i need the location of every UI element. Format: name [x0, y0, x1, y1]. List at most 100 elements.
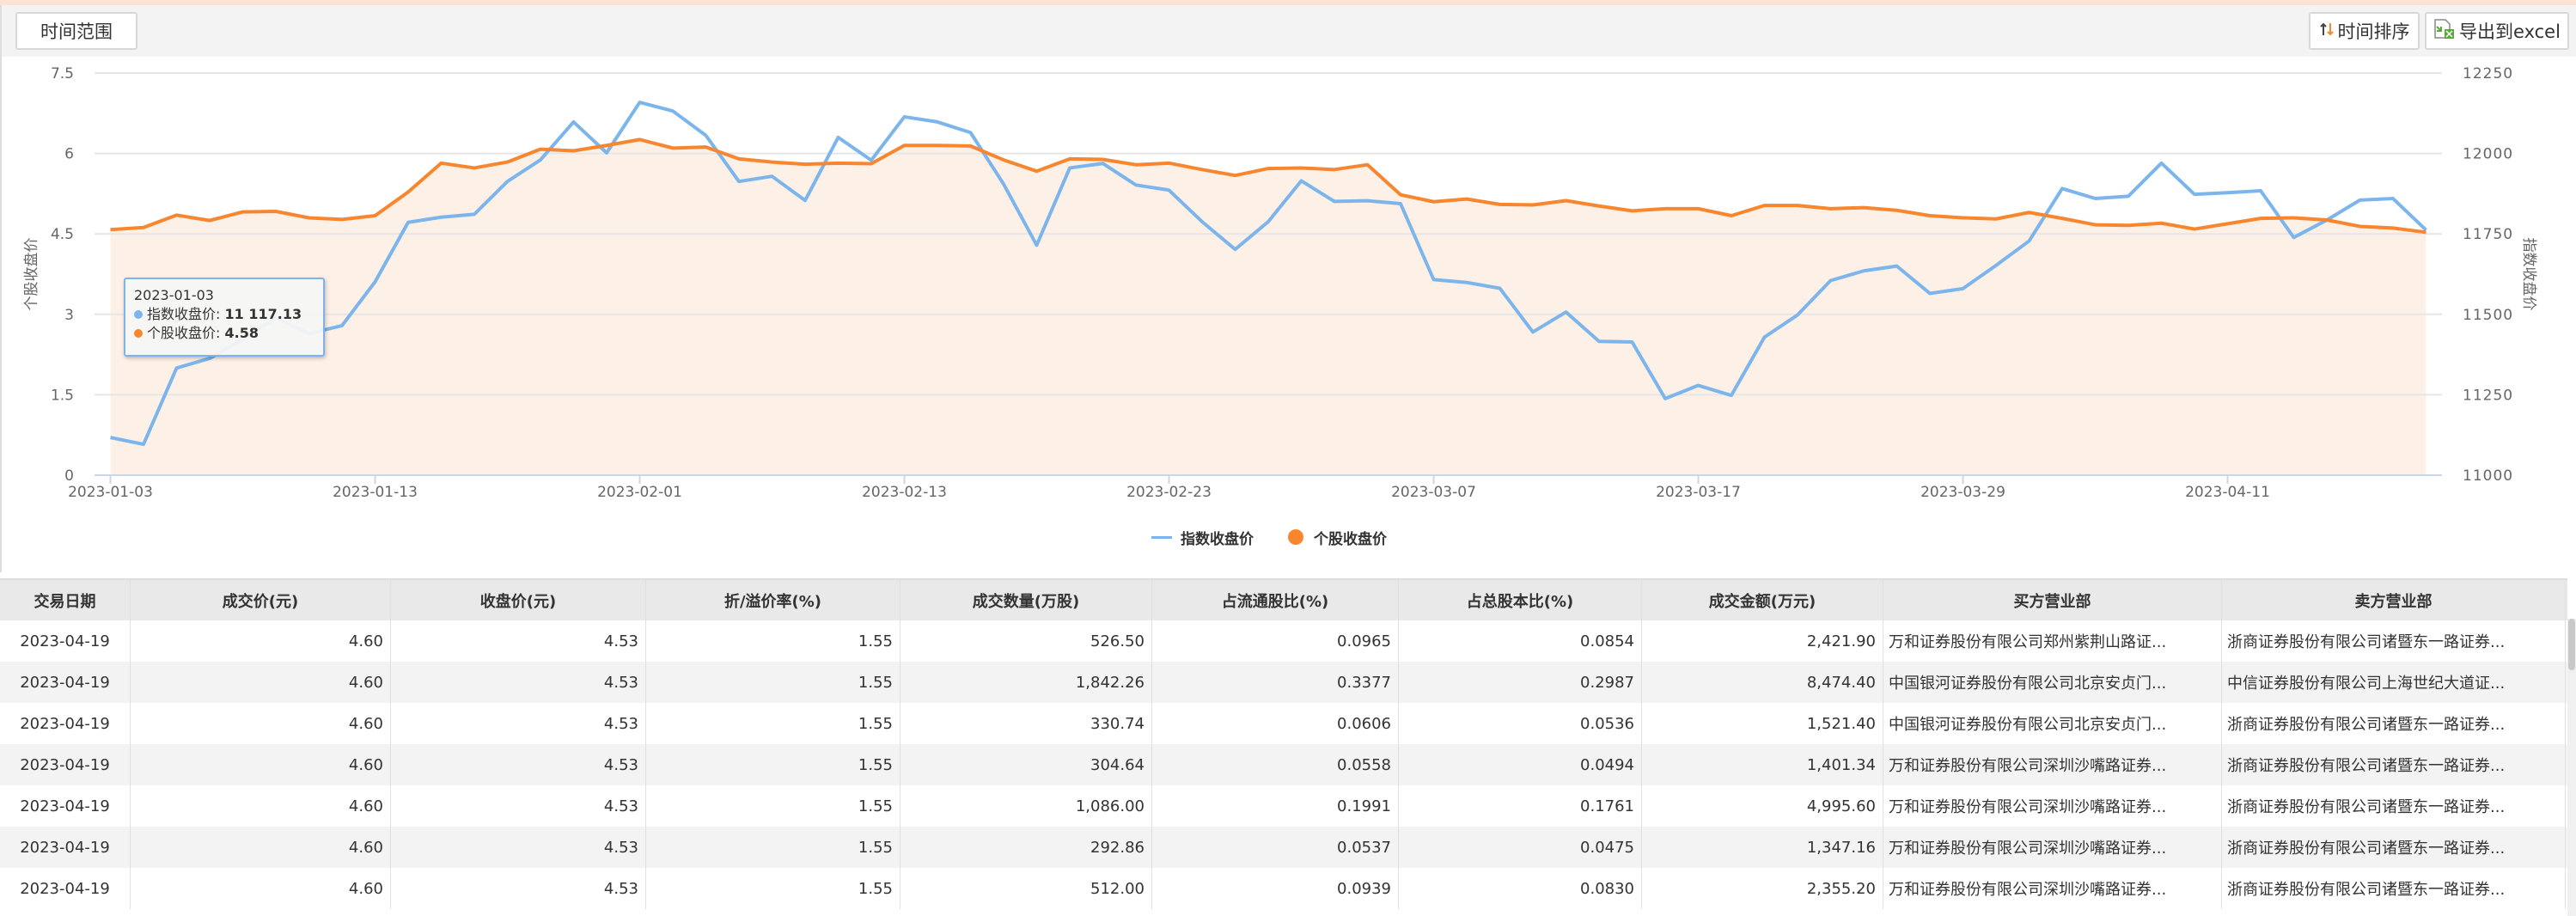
table-cell: 0.0965: [1152, 620, 1399, 662]
table-cell: 4.60: [131, 662, 391, 703]
table-cell: 8,474.40: [1642, 662, 1883, 703]
table-cell: 526.50: [900, 620, 1152, 662]
legend-item-index[interactable]: 指数收盘价: [1151, 527, 1254, 548]
chart-tooltip: 2023-01-03 指数收盘价: 11 117.13 个股收盘价: 4.58: [124, 278, 325, 357]
table-cell: 4.60: [131, 744, 391, 785]
left-axis-tick-label: 6: [64, 146, 74, 163]
tooltip-date: 2023-01-03: [134, 287, 214, 303]
table-cell: 4.60: [131, 703, 391, 744]
table-header: 交易日期 成交价(元) 收盘价(元) 折/溢价率(%) 成交数量(万股) 占流通股比(%)…: [0, 578, 2567, 620]
table-cell: 1.55: [646, 868, 900, 909]
table-cell: 1,401.34: [1642, 744, 1883, 785]
scrollbar-thumb[interactable]: [2568, 619, 2575, 670]
stock-area-fill: [110, 139, 2426, 475]
table-cell: 4.53: [391, 744, 646, 785]
column-header[interactable]: 卖方营业部: [2222, 580, 2566, 620]
table-scrollbar[interactable]: [2567, 619, 2576, 916]
right-axis-tick-label: 11750: [2463, 226, 2513, 243]
table-cell: 0.0606: [1152, 703, 1399, 744]
table-cell: 0.3377: [1152, 662, 1399, 703]
table-cell: 4.53: [391, 703, 646, 744]
table-cell: 2,421.90: [1642, 620, 1883, 662]
table-cell: 4,995.60: [1642, 785, 1883, 827]
column-header[interactable]: 成交价(元): [131, 580, 391, 620]
x-axis-tick-label: 2023-03-17: [1656, 484, 1741, 501]
x-axis-tick-label: 2023-04-11: [2185, 484, 2270, 501]
table-row[interactable]: 2023-04-19 4.60 4.53 1.55 1,086.00 0.1991 0.17…: [0, 785, 2567, 827]
left-axis-tick-label: 1.5: [51, 387, 74, 404]
tooltip-stock-label: 个股收盘价:: [147, 325, 221, 341]
table-cell: 1,521.40: [1642, 703, 1883, 744]
right-axis-tick-label: 11500: [2463, 307, 2513, 324]
table-cell: 浙商证券股份有限公司诸暨东一路证券...: [2222, 703, 2566, 744]
column-header[interactable]: 买方营业部: [1883, 580, 2222, 620]
tooltip-stock-value: 4.58: [224, 325, 259, 341]
table-cell: 304.64: [900, 744, 1152, 785]
tooltip-index-value: 11 117.13: [224, 306, 302, 322]
table-cell: 0.0475: [1399, 827, 1642, 868]
time-range-label: 时间范围: [40, 21, 113, 42]
table-cell: 4.53: [391, 868, 646, 909]
stock-dot-icon: [134, 329, 143, 338]
column-header[interactable]: 交易日期: [0, 580, 131, 620]
table-cell: 0.0854: [1399, 620, 1642, 662]
table-row[interactable]: 2023-04-19 4.60 4.53 1.55 292.86 0.0537 0.0475…: [0, 827, 2567, 868]
table-cell: 1,347.16: [1642, 827, 1883, 868]
table-row[interactable]: 2023-04-19 4.60 4.53 1.55 330.74 0.0606 0.0536…: [0, 703, 2567, 744]
toolbar: 时间范围 时间排序 导出到excel: [0, 5, 2576, 57]
x-axis-tick-label: 2023-02-23: [1126, 484, 1212, 501]
table-cell: 2023-04-19: [0, 785, 131, 827]
table-row[interactable]: 2023-04-19 4.60 4.53 1.55 526.50 0.0965 0.0854…: [0, 620, 2567, 662]
table-cell: 浙商证券股份有限公司诸暨东一路证券...: [2222, 785, 2566, 827]
table-cell: 1,842.26: [900, 662, 1152, 703]
table-cell: 0.0830: [1399, 868, 1642, 909]
table-cell: 万和证券股份有限公司深圳沙嘴路证券...: [1883, 868, 2222, 909]
x-axis-tick-label: 2023-01-13: [333, 484, 418, 501]
legend-index-label: 指数收盘价: [1181, 530, 1254, 548]
table-cell: 4.53: [391, 785, 646, 827]
table-cell: 浙商证券股份有限公司诸暨东一路证券...: [2222, 744, 2566, 785]
column-header[interactable]: 成交数量(万股): [900, 580, 1152, 620]
legend-item-stock[interactable]: 个股收盘价: [1288, 527, 1387, 548]
time-sort-button[interactable]: 时间排序: [2309, 12, 2420, 50]
legend-stock-label: 个股收盘价: [1314, 530, 1387, 548]
left-axis-tick-label: 7.5: [51, 65, 74, 82]
column-header[interactable]: 折/溢价率(%): [646, 580, 900, 620]
table-cell: 4.53: [391, 827, 646, 868]
table-row[interactable]: 2023-04-19 4.60 4.53 1.55 512.00 0.0939 0.0830…: [0, 868, 2567, 909]
table-cell: 中国银河证券股份有限公司北京安贞门...: [1883, 703, 2222, 744]
price-chart: 0 1.5 3 4.5 6 7.5 11000 11250 11500 11750 12000 122…: [0, 57, 2576, 572]
column-header[interactable]: 收盘价(元): [391, 580, 646, 620]
right-axis-tick-label: 11250: [2463, 387, 2513, 404]
time-range-button[interactable]: 时间范围: [15, 12, 137, 50]
table-row[interactable]: 2023-04-19 4.60 4.53 1.55 1,842.26 0.3377 0.29…: [0, 662, 2567, 703]
table-cell: 万和证券股份有限公司深圳沙嘴路证券...: [1883, 785, 2222, 827]
table-cell: 2023-04-19: [0, 703, 131, 744]
table-cell: 万和证券股份有限公司郑州紫荆山路证...: [1883, 620, 2222, 662]
table-cell: 1.55: [646, 703, 900, 744]
x-axis-tick-label: 2023-02-13: [862, 484, 947, 501]
excel-file-icon: [2433, 18, 2456, 44]
chart-legend: 指数收盘价 个股收盘价: [1151, 524, 1421, 550]
table-cell: 0.1761: [1399, 785, 1642, 827]
x-axis-tick-label: 2023-03-07: [1391, 484, 1476, 501]
table-cell: 1.55: [646, 785, 900, 827]
x-axis-tick-label: 2023-02-01: [597, 484, 682, 501]
column-header[interactable]: 占流通股比(%): [1152, 580, 1399, 620]
table-row[interactable]: 2023-04-19 4.60 4.53 1.55 304.64 0.0558 0.0494…: [0, 744, 2567, 785]
table-cell: 1.55: [646, 827, 900, 868]
table-cell: 2023-04-19: [0, 827, 131, 868]
table-cell: 0.0537: [1152, 827, 1399, 868]
table-cell: 浙商证券股份有限公司诸暨东一路证券...: [2222, 868, 2566, 909]
column-header[interactable]: 占总股本比(%): [1399, 580, 1642, 620]
table-cell: 2023-04-19: [0, 744, 131, 785]
table-cell: 4.53: [391, 620, 646, 662]
legend-dot-icon: [1288, 529, 1303, 545]
block-trade-table: 交易日期 成交价(元) 收盘价(元) 折/溢价率(%) 成交数量(万股) 占流通股比(%)…: [0, 578, 2567, 909]
export-excel-button[interactable]: 导出到excel: [2425, 12, 2569, 50]
table-cell: 4.60: [131, 620, 391, 662]
column-header[interactable]: 成交金额(万元): [1642, 580, 1883, 620]
table-cell: 1.55: [646, 620, 900, 662]
left-axis-title: 个股收盘价: [23, 238, 40, 311]
right-axis-tick-label: 12000: [2463, 146, 2513, 163]
